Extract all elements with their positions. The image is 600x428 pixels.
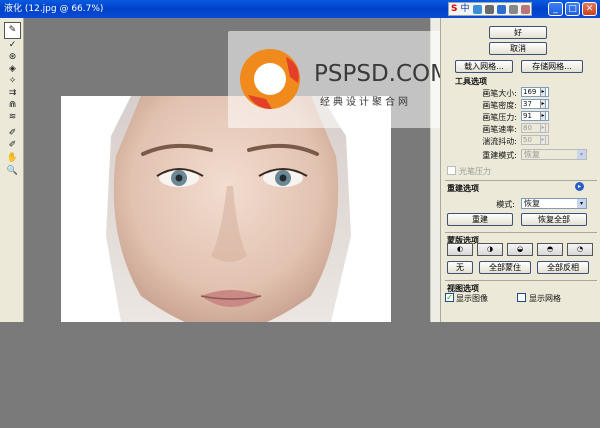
minimize-button[interactable]: _	[548, 2, 563, 16]
mode-label: 模式:	[496, 200, 515, 209]
divider	[445, 180, 597, 181]
cancel-button[interactable]: 取消	[489, 42, 547, 55]
brush-size-label: 画笔大小:	[482, 89, 517, 98]
ime-person-icon[interactable]	[508, 4, 518, 14]
divider	[445, 232, 597, 233]
panel-menu-icon[interactable]: ▸	[575, 182, 584, 191]
window-title: 液化 (12.jpg @ 66.7%)	[4, 4, 104, 14]
push-left-tool-icon[interactable]: ⇉	[6, 88, 19, 99]
mask-replace-icon[interactable]: ◐	[447, 243, 473, 256]
desktop-background	[0, 322, 600, 428]
brush-pressure-arrow-icon[interactable]: ▸	[540, 111, 546, 121]
watermark-brand: PSPSD.COM	[314, 61, 450, 87]
brush-rate-label: 画笔速率:	[482, 125, 517, 134]
portrait-image	[61, 96, 391, 322]
options-panel: 好 取消 载入网格... 存储网格... 工具选项 画笔大小: 169 ▸ 画笔…	[440, 18, 600, 322]
title-bar: 液化 (12.jpg @ 66.7%) S 中 _ □ ✕	[0, 0, 600, 18]
chevron-down-icon: ▾	[577, 199, 586, 208]
ime-punct-icon[interactable]	[484, 4, 494, 14]
mode-select[interactable]: 恢复 ▾	[521, 198, 587, 209]
forward-warp-tool-icon[interactable]: ✎	[4, 22, 21, 39]
brush-density-arrow-icon[interactable]: ▸	[540, 99, 546, 109]
bloat-tool-icon[interactable]: ✧	[6, 76, 19, 87]
mask-all-button[interactable]: 全部蒙住	[479, 261, 531, 274]
restore-all-button[interactable]: 恢复全部	[521, 213, 587, 226]
thaw-mask-tool-icon[interactable]: ✐	[6, 140, 19, 151]
reconstruct-mode-label: 重建模式:	[482, 151, 517, 160]
close-button[interactable]: ✕	[582, 2, 597, 16]
turbulent-jitter-arrow-icon: ▸	[540, 135, 546, 145]
watermark: PSPSD.COM 经典设计聚合网	[228, 31, 474, 128]
show-image-label: 显示图像	[456, 294, 488, 303]
stylus-pressure-checkbox	[447, 166, 456, 175]
chevron-down-icon: ▾	[577, 150, 586, 159]
pucker-tool-icon[interactable]: ◈	[6, 64, 19, 75]
preview-image[interactable]	[61, 96, 391, 322]
ime-keyboard-icon[interactable]	[496, 4, 506, 14]
ime-tools-icon[interactable]	[520, 4, 530, 14]
mirror-tool-icon[interactable]: ⋒	[6, 100, 19, 111]
invert-all-button[interactable]: 全部反相	[537, 261, 589, 274]
brush-pressure-label: 画笔压力:	[482, 113, 517, 122]
liquify-toolbar: ✎ ✓ ⊛ ◈ ✧ ⇉ ⋒ ≋ ✐ ✐ ✋ 🔍	[0, 18, 24, 322]
pspsd-logo-icon	[240, 49, 300, 109]
mask-invert-icon[interactable]: ◔	[567, 243, 593, 256]
ime-language-toggle[interactable]: 中	[460, 3, 469, 15]
maximize-button[interactable]: □	[565, 2, 580, 16]
load-mesh-button[interactable]: 载入网格...	[455, 60, 513, 73]
brush-density-label: 画笔密度:	[482, 101, 517, 110]
show-mesh-label: 显示网格	[529, 294, 561, 303]
ime-toolbar: S 中	[448, 2, 532, 16]
mask-none-button[interactable]: 无	[447, 261, 473, 274]
mask-subtract-icon[interactable]: ◒	[507, 243, 533, 256]
freeze-mask-tool-icon[interactable]: ✐	[6, 128, 19, 139]
show-mesh-checkbox[interactable]	[517, 293, 526, 302]
ok-button[interactable]: 好	[489, 26, 547, 39]
save-mesh-button[interactable]: 存储网格...	[521, 60, 583, 73]
reconstruct-options-title: 重建选项	[447, 184, 479, 193]
stylus-pressure-label: 光笔压力	[459, 167, 491, 176]
ime-logo-icon[interactable]: S	[451, 3, 457, 15]
brush-rate-arrow-icon: ▸	[540, 123, 546, 133]
reconstruct-mode-value: 恢复	[524, 150, 540, 159]
reconstruct-tool-icon[interactable]: ✓	[6, 40, 19, 51]
brush-size-arrow-icon[interactable]: ▸	[540, 87, 546, 97]
tool-options-title: 工具选项	[455, 77, 487, 86]
ime-moon-icon[interactable]	[472, 4, 482, 14]
show-image-checkbox[interactable]: ✓	[445, 293, 454, 302]
turbulence-tool-icon[interactable]: ≋	[6, 112, 19, 123]
reconstruct-button[interactable]: 重建	[447, 213, 513, 226]
liquify-window: 液化 (12.jpg @ 66.7%) S 中 _ □ ✕ ✎ ✓ ⊛ ◈ ✧ …	[0, 0, 600, 322]
divider	[445, 280, 597, 281]
reconstruct-mode-select: 恢复 ▾	[521, 149, 587, 160]
mask-intersect-icon[interactable]: ◓	[537, 243, 563, 256]
mask-add-icon[interactable]: ◑	[477, 243, 503, 256]
zoom-tool-icon[interactable]: 🔍	[6, 166, 19, 177]
mode-value: 恢复	[524, 199, 540, 208]
hand-tool-icon[interactable]: ✋	[6, 153, 19, 164]
turbulent-jitter-label: 湍流抖动:	[482, 137, 517, 146]
watermark-tagline: 经典设计聚合网	[320, 97, 411, 108]
twirl-tool-icon[interactable]: ⊛	[6, 52, 19, 63]
